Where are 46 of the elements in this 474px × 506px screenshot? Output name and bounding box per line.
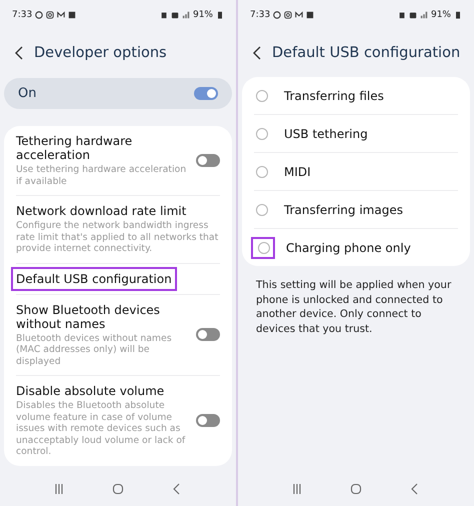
battery-icon <box>454 11 462 19</box>
option-label[interactable]: Transferring images <box>284 202 403 216</box>
status-time: 7:33 <box>250 10 270 20</box>
screen-title: Default USB configuration <box>272 44 460 60</box>
setting-title[interactable]: Tethering hardware acceleration <box>16 134 188 162</box>
setting-description: Configure the network bandwidth ingress rate limit that's applied to all networks that provide internet connectivity. <box>16 220 220 254</box>
setting-title[interactable]: Show Bluetooth devices without names <box>16 302 188 330</box>
mail-icon <box>57 11 66 19</box>
radio-button[interactable] <box>258 242 270 254</box>
radio-button[interactable] <box>256 166 268 178</box>
signal-icon <box>420 11 428 19</box>
camera-icon <box>46 11 54 19</box>
toggle-switch[interactable] <box>196 154 220 167</box>
home-icon[interactable] <box>350 483 362 495</box>
setting-description: Use tethering hardware acceleration if available <box>16 164 188 187</box>
setting-title[interactable]: Network download rate limit <box>16 204 186 218</box>
signal-icon <box>182 11 190 19</box>
toggle-switch[interactable] <box>194 87 218 100</box>
battery-percent: 91% <box>192 10 213 20</box>
battery-icon <box>216 11 224 19</box>
recent-apps-icon[interactable] <box>291 483 304 495</box>
toggle-switch[interactable] <box>196 328 220 342</box>
option-label[interactable]: Charging phone only <box>286 240 411 254</box>
setting-description: Bluetooth devices without names (MAC addresses only) will be displayed <box>16 332 173 367</box>
option-label[interactable]: Transferring files <box>284 88 384 102</box>
back-icon[interactable] <box>14 44 24 60</box>
option-label[interactable]: USB tethering <box>284 126 368 140</box>
home-icon[interactable] <box>112 483 124 495</box>
switch-label: On <box>18 86 36 101</box>
toggle-switch[interactable] <box>196 414 220 428</box>
master-switch-row[interactable]: On <box>4 78 232 109</box>
screen-title: Developer options <box>34 44 167 60</box>
camera-icon <box>284 11 292 19</box>
mail-icon <box>295 11 304 19</box>
battery-percent: 91% <box>430 10 451 20</box>
radio-button[interactable] <box>256 90 268 102</box>
setting-title[interactable]: Default USB configuration <box>16 272 172 286</box>
radio-button[interactable] <box>256 128 268 140</box>
option-label[interactable]: MIDI <box>284 164 311 178</box>
setting-description: Disables the Bluetooth absolute volume feature in case of volume issues with remote devices such as unacceptably loud volume or lack of control. <box>16 400 186 458</box>
radio-button[interactable] <box>256 204 268 216</box>
setting-title[interactable]: Disable absolute volume <box>16 384 164 398</box>
back-icon[interactable] <box>252 44 262 60</box>
info-text: This setting will be applied when your phone is unlocked and connected to another device. Only connect to devices that you trust. <box>255 278 452 336</box>
status-time: 7:33 <box>12 10 32 20</box>
recent-apps-icon[interactable] <box>53 483 66 495</box>
